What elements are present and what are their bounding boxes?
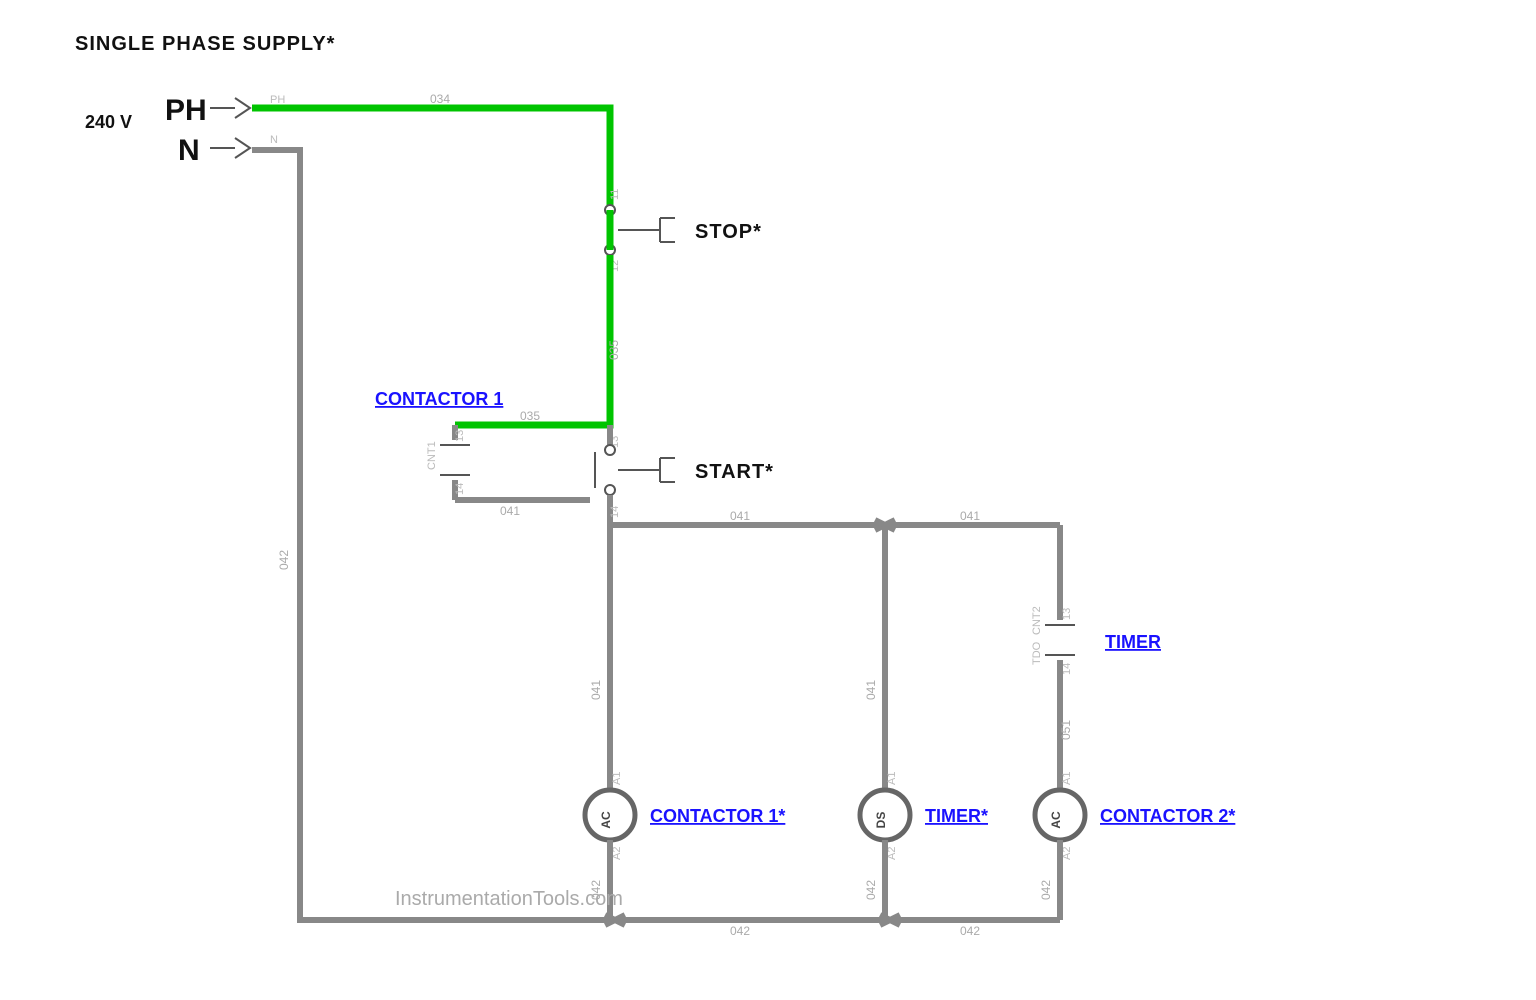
contactor1-aux-contact: CNT1 13 14 <box>426 425 470 500</box>
net-042v2: 042 <box>864 880 878 900</box>
contactor2-coil: AC <box>1035 790 1085 840</box>
net-042v3: 042 <box>1039 880 1053 900</box>
net-a1-1: A1 <box>611 772 623 785</box>
net-041v2: 041 <box>864 680 878 700</box>
start-pushbutton[interactable] <box>595 425 675 525</box>
net-041a: 041 <box>730 509 750 523</box>
stop-label: STOP* <box>695 221 762 243</box>
net-13c: 13 <box>454 430 466 442</box>
contactor2-coil-label[interactable]: CONTACTOR 2* <box>1100 806 1235 826</box>
svg-text:DS: DS <box>874 812 888 829</box>
net-a1-3: A1 <box>1061 772 1073 785</box>
neutral-rail-left <box>252 150 610 920</box>
phase-symbol: PH <box>165 94 207 127</box>
neutral-terminal-icon <box>210 138 250 158</box>
contactor1-coil: AC <box>585 790 635 840</box>
stop-pushbutton[interactable] <box>605 205 675 255</box>
net-11: 11 <box>609 189 621 200</box>
net-14s: 14 <box>609 506 621 518</box>
net-n: N <box>270 134 278 146</box>
net-13t: 13 <box>1061 608 1073 620</box>
timer-no-contact: TDO CNT2 13 14 <box>1031 606 1075 675</box>
net-ph: PH <box>270 94 285 106</box>
net-14c: 14 <box>454 483 466 495</box>
timer-coil-label[interactable]: TIMER* <box>925 806 988 826</box>
schematic-canvas: SINGLE PHASE SUPPLY* 240 V PH N PH N 034… <box>0 0 1536 1000</box>
timer-coil: DS <box>860 790 910 840</box>
net-034: 034 <box>430 92 450 106</box>
svg-text:AC: AC <box>1049 811 1063 829</box>
voltage-label: 240 V <box>85 112 132 132</box>
net-cnt1: CNT1 <box>426 441 438 470</box>
net-042bb: 042 <box>960 924 980 938</box>
timer-contact-label[interactable]: TIMER <box>1105 632 1161 652</box>
net-041z: 041 <box>500 504 520 518</box>
phase-terminal-icon <box>210 98 250 118</box>
watermark: InstrumentationTools.com <box>395 888 623 910</box>
diagram-title: SINGLE PHASE SUPPLY* <box>75 33 335 55</box>
net-041v1: 041 <box>589 680 603 700</box>
contactor1-coil-label[interactable]: CONTACTOR 1* <box>650 806 785 826</box>
contactor1-aux-label[interactable]: CONTACTOR 1 <box>375 389 503 409</box>
net-a1-2: A1 <box>886 772 898 785</box>
svg-text:AC: AC <box>599 811 613 829</box>
net-035a: 035 <box>607 340 621 360</box>
net-041b: 041 <box>960 509 980 523</box>
net-035b: 035 <box>520 409 540 423</box>
net-042l: 042 <box>277 550 291 570</box>
net-051: 051 <box>1059 720 1073 740</box>
wire-ph-to-stop <box>252 108 610 205</box>
net-042ba: 042 <box>730 924 750 938</box>
neutral-symbol: N <box>178 134 200 167</box>
net-tdo: TDO <box>1031 641 1043 665</box>
start-label: START* <box>695 461 774 483</box>
net-cnt2: CNT2 <box>1031 606 1043 635</box>
